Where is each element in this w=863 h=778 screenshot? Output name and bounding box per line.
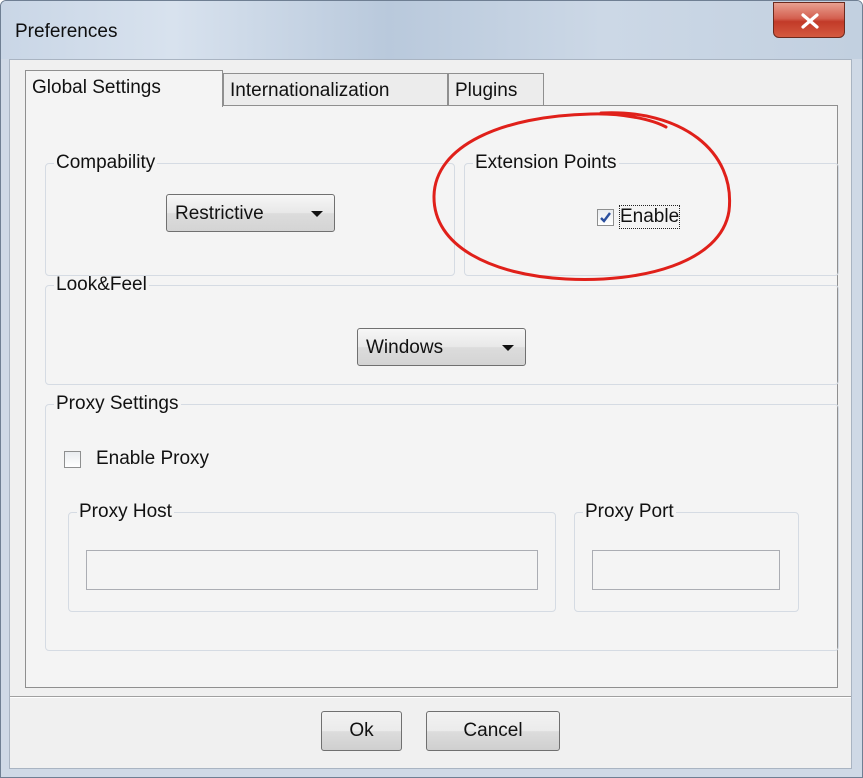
extension-points-enable-checkbox[interactable]	[597, 209, 614, 226]
button-separator	[10, 696, 851, 698]
look-and-feel-selected-value: Windows	[366, 337, 444, 358]
enable-proxy-checkbox[interactable]	[64, 451, 81, 468]
close-button[interactable]	[773, 2, 845, 38]
dialog-client-area: Global Settings Internationalization Plu…	[9, 59, 852, 769]
compability-legend: Compability	[56, 152, 156, 173]
tab-label: Plugins	[455, 80, 518, 101]
chevron-down-icon	[502, 345, 514, 351]
extension-points-legend: Extension Points	[475, 152, 617, 173]
chevron-down-icon	[311, 211, 323, 217]
proxy-port-input[interactable]	[592, 550, 780, 590]
cancel-button-label: Cancel	[463, 720, 523, 741]
window-title: Preferences	[15, 21, 118, 42]
tab-label: Global Settings	[32, 77, 161, 98]
checkmark-icon	[600, 212, 611, 223]
look-and-feel-dropdown[interactable]: Windows	[357, 328, 526, 366]
proxy-port-legend: Proxy Port	[585, 501, 674, 522]
cancel-button[interactable]: Cancel	[426, 711, 560, 751]
title-bar[interactable]: Preferences	[1, 1, 862, 59]
extension-points-enable-label[interactable]: Enable	[618, 205, 681, 229]
compability-selected-value: Restrictive	[175, 203, 264, 224]
proxy-host-input[interactable]	[86, 550, 538, 590]
compability-dropdown[interactable]: Restrictive	[166, 194, 335, 232]
tab-label: Internationalization	[230, 80, 390, 101]
ok-button-label: Ok	[349, 720, 374, 741]
look-and-feel-legend: Look&Feel	[56, 274, 147, 295]
preferences-window: Preferences Global Settings Internationa…	[0, 0, 863, 778]
proxy-settings-legend: Proxy Settings	[56, 393, 179, 414]
close-icon	[801, 13, 819, 29]
enable-proxy-label[interactable]: Enable Proxy	[96, 448, 209, 470]
tab-internationalization[interactable]: Internationalization	[223, 73, 448, 105]
proxy-host-legend: Proxy Host	[79, 501, 172, 522]
ok-button[interactable]: Ok	[321, 711, 402, 751]
tab-global-settings[interactable]: Global Settings	[25, 70, 223, 107]
global-settings-panel: Compability Restrictive Extension Points…	[25, 105, 839, 688]
tab-plugins[interactable]: Plugins	[448, 73, 544, 105]
